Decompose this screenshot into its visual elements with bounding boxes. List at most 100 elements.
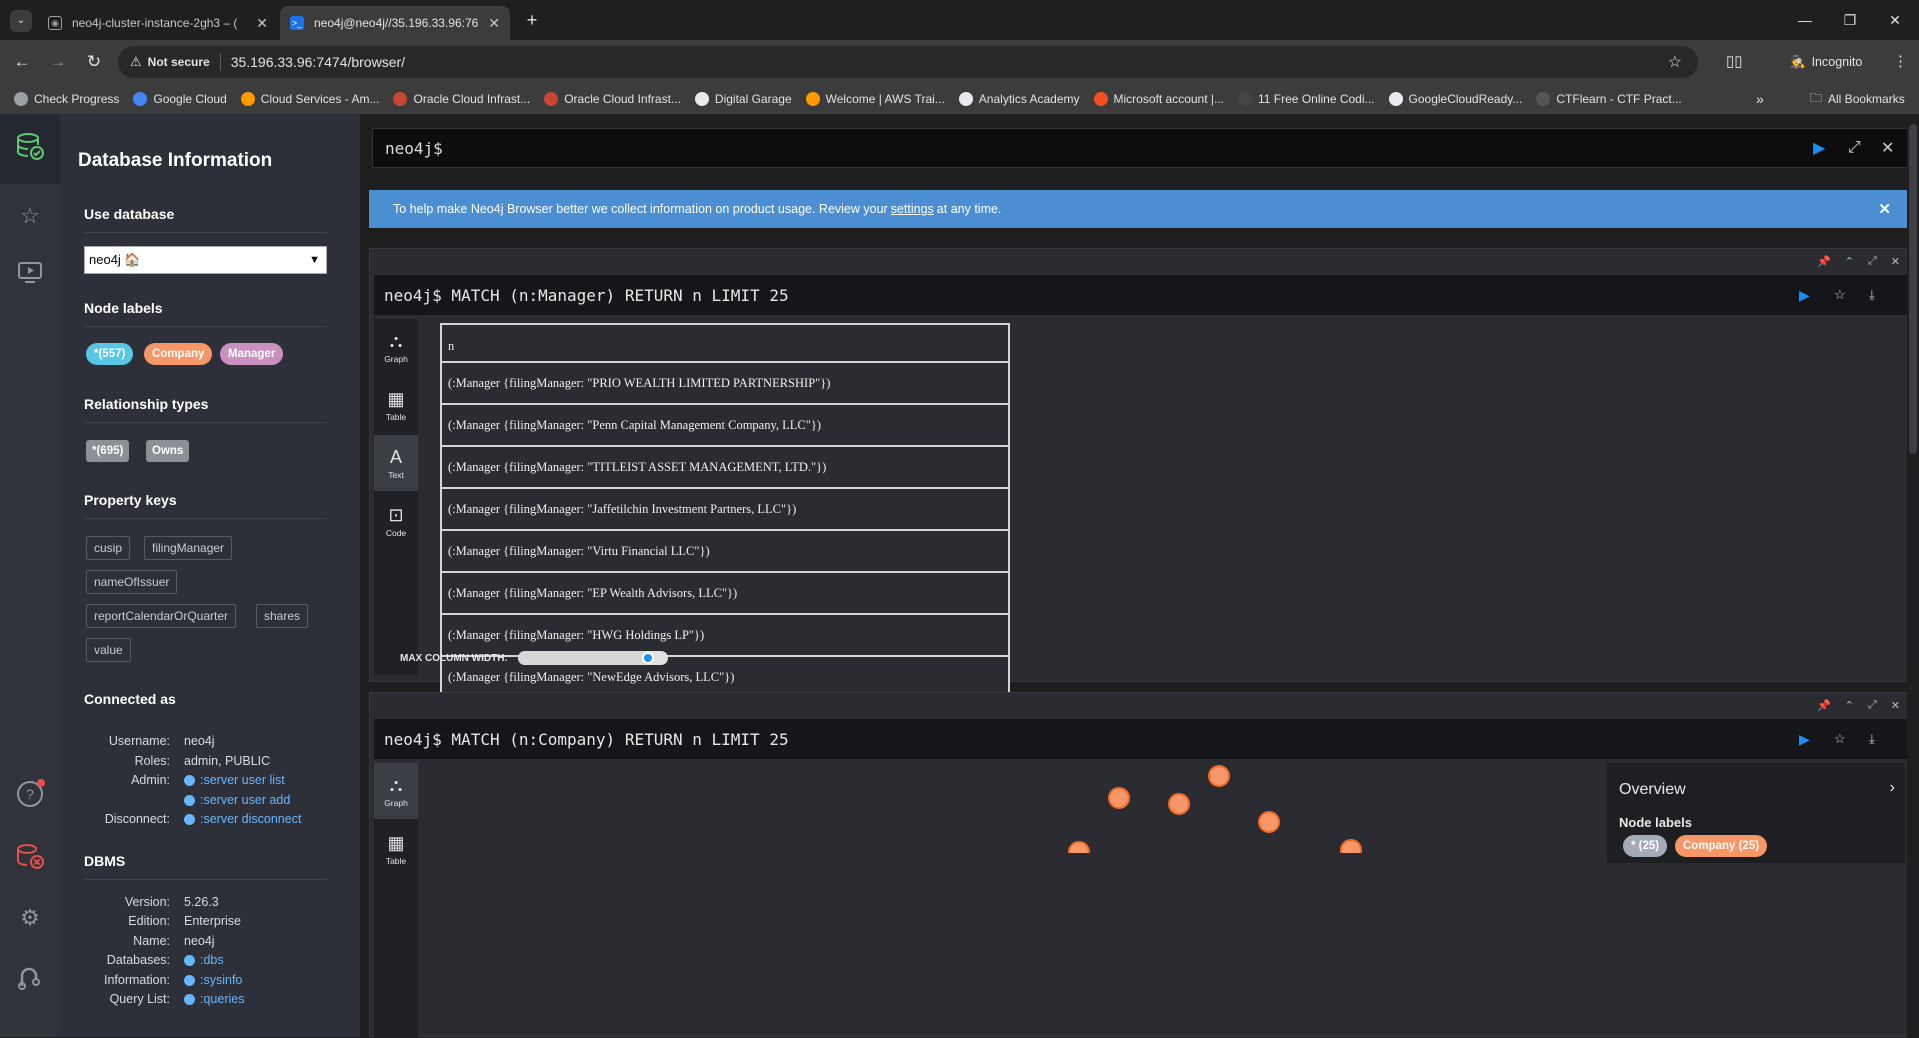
help-icon[interactable]: ? — [12, 776, 48, 812]
server-user-list-link[interactable]: :server user list — [184, 773, 285, 787]
view-graph-button[interactable]: ⛬ Graph — [374, 319, 418, 375]
expand-fullscreen-icon[interactable]: ⤢ — [1868, 699, 1877, 712]
bookmark-item[interactable]: Oracle Cloud Infrast... — [387, 92, 536, 106]
back-arrow-icon[interactable]: ← — [10, 50, 34, 74]
max-column-width-slider[interactable] — [517, 651, 668, 665]
frame-query-text[interactable]: neo4j$ MATCH (n:Company) RETURN n LIMIT … — [384, 730, 789, 749]
pin-icon[interactable]: 📌 — [1817, 255, 1831, 268]
reload-icon[interactable]: ↻ — [82, 50, 106, 74]
pin-icon[interactable]: 📌 — [1817, 699, 1831, 712]
sysinfo-link[interactable]: :sysinfo — [184, 973, 242, 987]
scrollbar-thumb[interactable] — [1909, 124, 1917, 454]
collapse-chevron-up-icon[interactable]: ⌃ — [1845, 255, 1854, 268]
dbs-link[interactable]: :dbs — [184, 953, 224, 967]
bookmark-item[interactable]: Check Progress — [8, 92, 125, 106]
close-frame-icon[interactable]: ✕ — [1891, 255, 1900, 268]
chevron-right-icon[interactable]: › — [1890, 779, 1895, 797]
property-key-nameofissuer[interactable]: nameOfIssuer — [86, 570, 178, 594]
view-code-button[interactable]: ⊡ Code — [374, 493, 418, 549]
incognito-indicator[interactable]: 🕵 Incognito — [1780, 48, 1872, 76]
restore-button[interactable]: ❐ — [1830, 8, 1870, 32]
close-frame-icon[interactable]: ✕ — [1891, 699, 1900, 712]
save-favorite-star-icon[interactable]: ☆ — [1834, 287, 1846, 303]
bookmark-item[interactable]: Oracle Cloud Infrast... — [538, 92, 687, 106]
url-text[interactable]: 35.196.33.96:7474/browser/ — [231, 54, 405, 70]
company-node[interactable] — [1208, 765, 1230, 787]
close-icon[interactable]: ✕ — [256, 15, 268, 32]
all-bookmarks-button[interactable]: 🗀 All Bookmarks — [1804, 89, 1911, 110]
company-node[interactable] — [1108, 787, 1130, 809]
node-label-company[interactable]: Company — [144, 343, 213, 365]
tab-neo4j-cluster[interactable]: ◉ neo4j-cluster-instance-2gh3 – ( ✕ — [38, 6, 278, 40]
frame-query-text[interactable]: neo4j$ MATCH (n:Manager) RETURN n LIMIT … — [384, 286, 789, 305]
rerun-play-icon[interactable]: ▶ — [1799, 731, 1810, 748]
connection-error-icon[interactable] — [12, 838, 48, 874]
company-node[interactable] — [1168, 793, 1190, 815]
company-node[interactable] — [1258, 811, 1280, 833]
banner-close-icon[interactable]: ✕ — [1878, 200, 1891, 218]
collapse-chevron-up-icon[interactable]: ⌃ — [1845, 699, 1854, 712]
clear-editor-close-icon[interactable]: ✕ — [1881, 138, 1894, 158]
property-key-shares[interactable]: shares — [256, 604, 309, 628]
view-graph-button[interactable]: ⛬ Graph — [374, 763, 418, 819]
cypher-editor[interactable]: neo4j$ ▶ ⤢ ✕ — [372, 128, 1908, 168]
bookmark-item[interactable]: GoogleCloudReady... — [1383, 92, 1529, 106]
bookmark-item[interactable]: Cloud Services - Am... — [235, 92, 386, 106]
node-label-all[interactable]: *(557) — [86, 343, 134, 365]
relationship-type-owns[interactable]: Owns — [146, 440, 190, 462]
graph-canvas[interactable] — [420, 763, 1604, 853]
settings-gear-icon[interactable]: ⚙ — [12, 900, 48, 936]
view-table-button[interactable]: ▦ Table — [374, 377, 418, 433]
new-tab-button[interactable]: + — [520, 8, 544, 32]
queries-link[interactable]: :queries — [184, 992, 244, 1006]
main-scrollbar[interactable] — [1907, 114, 1919, 1037]
bookmark-item[interactable]: Digital Garage — [689, 92, 798, 106]
favorites-star-icon[interactable]: ☆ — [12, 198, 48, 234]
node-label-manager[interactable]: Manager — [220, 343, 284, 365]
relationship-type-all[interactable]: *(695) — [86, 440, 130, 462]
forward-arrow-icon[interactable]: → — [46, 50, 70, 74]
property-key-filingmanager[interactable]: filingManager — [144, 536, 233, 560]
database-select[interactable]: neo4j 🏠 ▼ — [84, 246, 327, 274]
reading-mode-icon[interactable]: ▯▯ — [1726, 52, 1743, 70]
result-scrollbar[interactable] — [1898, 323, 1906, 703]
fullscreen-icon[interactable]: ⤢ — [1848, 139, 1861, 157]
property-key-value[interactable]: value — [86, 638, 131, 662]
save-favorite-star-icon[interactable]: ☆ — [1834, 731, 1846, 747]
frame-query-bar[interactable]: neo4j$ MATCH (n:Company) RETURN n LIMIT … — [374, 719, 1908, 759]
company-node[interactable] — [1068, 841, 1090, 853]
bookmark-item[interactable]: 11 Free Online Codi... — [1232, 92, 1381, 106]
server-disconnect-link[interactable]: :server disconnect — [184, 812, 301, 826]
frame-query-bar[interactable]: neo4j$ MATCH (n:Manager) RETURN n LIMIT … — [374, 275, 1908, 315]
address-bar[interactable]: ⚠ Not secure 35.196.33.96:7474/browser/ … — [118, 46, 1698, 78]
bookmark-item[interactable]: Microsoft account |... — [1088, 92, 1231, 106]
tab-neo4j-browser[interactable]: >_ neo4j@neo4j//35.196.33.96:76 ✕ — [280, 6, 510, 40]
settings-link[interactable]: settings — [891, 202, 934, 216]
property-key-reportcalendarorquarter[interactable]: reportCalendarOrQuarter — [86, 604, 237, 628]
company-node[interactable] — [1340, 839, 1362, 853]
about-neo4j-icon[interactable] — [12, 960, 48, 996]
bookmarks-overflow-button[interactable]: » — [1756, 91, 1764, 107]
minimize-button[interactable]: — — [1785, 8, 1825, 32]
download-icon[interactable]: ⤓ — [1869, 287, 1875, 303]
menu-kebab-icon[interactable]: ⋮ — [1893, 52, 1908, 70]
rerun-play-icon[interactable]: ▶ — [1799, 287, 1810, 304]
server-user-add-link[interactable]: :server user add — [184, 793, 290, 807]
bookmark-star-icon[interactable]: ☆ — [1668, 52, 1682, 72]
overview-label-all[interactable]: * (25) — [1623, 835, 1668, 857]
view-text-button[interactable]: A Text — [374, 435, 418, 491]
bookmark-item[interactable]: Google Cloud — [127, 92, 232, 106]
database-icon[interactable] — [12, 128, 48, 164]
bookmark-item[interactable]: CTFlearn - CTF Pract... — [1530, 92, 1687, 106]
close-window-button[interactable]: ✕ — [1875, 8, 1915, 32]
overview-label-company[interactable]: Company (25) — [1675, 835, 1768, 857]
property-key-cusip[interactable]: cusip — [86, 536, 131, 560]
bookmark-item[interactable]: Welcome | AWS Trai... — [800, 92, 951, 106]
expand-fullscreen-icon[interactable]: ⤢ — [1868, 255, 1877, 268]
guides-play-icon[interactable] — [12, 254, 48, 290]
tab-search-button[interactable]: ⌄ — [10, 10, 32, 32]
close-icon[interactable]: ✕ — [488, 15, 500, 32]
view-table-button[interactable]: ▦ Table — [374, 821, 418, 877]
security-warning[interactable]: ⚠ Not secure — [130, 54, 210, 70]
run-query-play-icon[interactable]: ▶ — [1813, 138, 1825, 158]
